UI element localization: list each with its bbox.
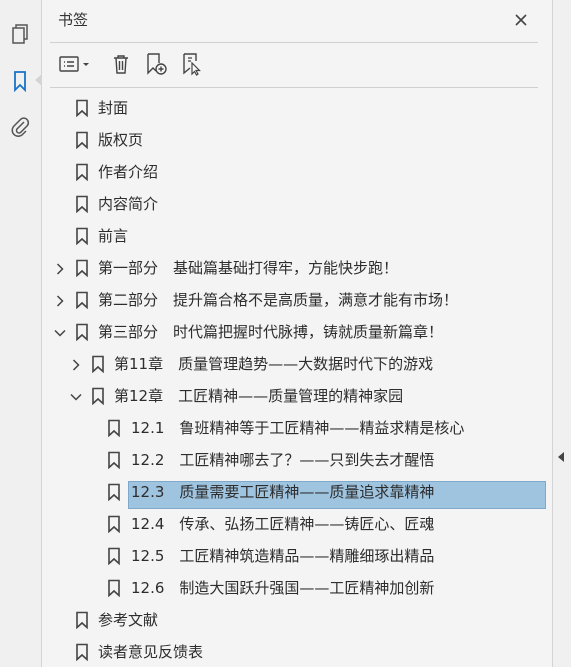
bookmark-icon — [75, 163, 89, 182]
bookmark-icon — [75, 643, 89, 662]
bookmark-label: 12.2 工匠精神哪去了？——只到失去才醒悟 — [131, 451, 435, 469]
bookmark-item[interactable]: 读者意见反馈表 — [0, 638, 552, 666]
bookmark-label: 12.4 传承、弘扬工匠精神——铸匠心、匠魂 — [131, 515, 435, 533]
bookmark-item[interactable]: 12.1 鲁班精神等于工匠精神——精益求精是核心 — [0, 414, 552, 442]
chevron-down-icon[interactable] — [69, 389, 83, 403]
bookmark-label: 参考文献 — [98, 611, 159, 629]
close-icon[interactable] — [510, 9, 532, 31]
new-bookmark-icon[interactable] — [142, 51, 170, 77]
bookmark-label: 12.1 鲁班精神等于工匠精神——精益求精是核心 — [131, 419, 465, 437]
bookmarks-toolbar — [50, 42, 538, 88]
bookmark-label: 第二部分 提升篇合格不是高质量，满意才能有市场！ — [98, 291, 459, 309]
bookmark-icon — [107, 419, 121, 438]
options-menu-icon[interactable] — [56, 51, 96, 77]
bookmark-icon — [75, 323, 89, 342]
pages-icon[interactable] — [6, 20, 34, 48]
bookmark-label: 前言 — [98, 227, 129, 245]
bookmark-label: 第11章 质量管理趋势——大数据时代下的游戏 — [114, 355, 434, 373]
chevron-right-icon[interactable] — [53, 293, 67, 307]
bookmark-icon — [107, 515, 121, 534]
bookmark-item[interactable]: 参考文献 — [0, 606, 552, 634]
bookmark-label: 版权页 — [98, 131, 144, 149]
right-collapse-strip — [552, 0, 571, 667]
bookmark-label: 内容简介 — [98, 195, 159, 213]
bookmark-item[interactable]: 前言 — [0, 222, 552, 250]
bookmark-icon — [75, 227, 89, 246]
bookmark-icon — [91, 355, 105, 374]
bookmark-item[interactable]: 封面 — [0, 94, 552, 122]
bookmark-label: 第一部分 基础篇基础打得牢，方能快步跑！ — [98, 259, 399, 277]
bookmark-icon — [75, 611, 89, 630]
bookmark-item[interactable]: 第二部分 提升篇合格不是高质量，满意才能有市场！ — [0, 286, 552, 314]
bookmark-label: 读者意见反馈表 — [98, 643, 204, 661]
bookmark-label: 封面 — [98, 99, 129, 117]
bookmark-item[interactable]: 12.6 制造大国跃升强国——工匠精神加创新 — [0, 574, 552, 602]
bookmark-icon — [75, 291, 89, 310]
bookmark-label: 第三部分 时代篇把握时代脉搏，铸就质量新篇章！ — [98, 323, 444, 341]
collapse-arrow-icon[interactable] — [558, 452, 564, 462]
bookmark-icon — [107, 547, 121, 566]
bookmark-item[interactable]: 第11章 质量管理趋势——大数据时代下的游戏 — [0, 350, 552, 378]
bookmark-icon — [107, 451, 121, 470]
bookmark-icon[interactable] — [6, 67, 34, 95]
bookmark-item[interactable]: 12.2 工匠精神哪去了？——只到失去才醒悟 — [0, 446, 552, 474]
bookmark-label: 12.3 质量需要工匠精神——质量追求靠精神 — [131, 483, 435, 501]
bookmark-item[interactable]: 第一部分 基础篇基础打得牢，方能快步跑！ — [0, 254, 552, 282]
panel-title: 书签 — [58, 11, 89, 29]
bookmark-icon — [107, 483, 121, 502]
bookmark-label: 作者介绍 — [98, 163, 159, 181]
bookmark-item[interactable]: 版权页 — [0, 126, 552, 154]
bookmark-item[interactable]: 第三部分 时代篇把握时代脉搏，铸就质量新篇章！ — [0, 318, 552, 346]
bookmark-item[interactable]: 12.4 传承、弘扬工匠精神——铸匠心、匠魂 — [0, 510, 552, 538]
bookmark-label: 12.6 制造大国跃升强国——工匠精神加创新 — [131, 579, 435, 597]
bookmark-icon — [75, 195, 89, 214]
chevron-right-icon[interactable] — [53, 261, 67, 275]
bookmark-label: 12.5 工匠精神筑造精品——精雕细琢出精品 — [131, 547, 435, 565]
bookmark-icon — [75, 131, 89, 150]
bookmark-item[interactable]: 12.5 工匠精神筑造精品——精雕细琢出精品 — [0, 542, 552, 570]
bookmark-item[interactable]: 12.3 质量需要工匠精神——质量追求靠精神 — [0, 478, 552, 506]
bookmark-item[interactable]: 内容简介 — [0, 190, 552, 218]
bookmark-icon — [107, 579, 121, 598]
chevron-down-icon[interactable] — [53, 325, 67, 339]
bookmark-item[interactable]: 作者介绍 — [0, 158, 552, 186]
chevron-right-icon[interactable] — [69, 357, 83, 371]
bookmark-label: 第12章 工匠精神——质量管理的精神家园 — [114, 387, 404, 405]
bookmark-icon — [75, 259, 89, 278]
delete-bookmark-icon[interactable] — [108, 51, 134, 77]
bookmark-icon — [75, 99, 89, 118]
bookmark-from-selection-icon[interactable] — [178, 51, 206, 77]
bookmark-icon — [91, 387, 105, 406]
active-tab-pointer — [35, 74, 42, 86]
bookmark-item[interactable]: 第12章 工匠精神——质量管理的精神家园 — [0, 382, 552, 410]
